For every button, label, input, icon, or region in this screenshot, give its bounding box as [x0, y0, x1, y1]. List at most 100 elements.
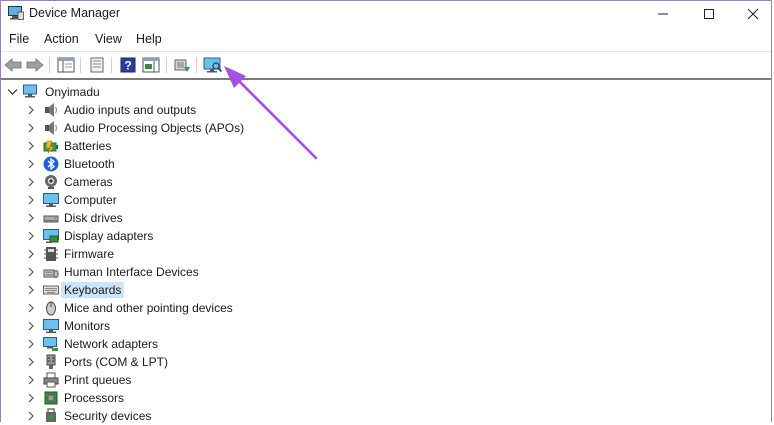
- forward-icon: [26, 58, 44, 72]
- menu-help[interactable]: Help: [136, 32, 162, 46]
- chevron-right-icon[interactable]: [26, 375, 36, 385]
- update-driver-button[interactable]: [172, 55, 192, 75]
- tree-item-label: Display adapters: [64, 229, 154, 243]
- tree-item-label: Audio inputs and outputs: [64, 103, 197, 117]
- tree-item-computer[interactable]: Computer: [1, 191, 401, 209]
- chevron-right-icon[interactable]: [26, 249, 36, 259]
- toolbar: ?: [1, 51, 771, 78]
- menu-file[interactable]: File: [9, 32, 29, 46]
- chevron-right-icon[interactable]: [26, 123, 36, 133]
- chevron-right-icon[interactable]: [26, 177, 36, 187]
- tree-item-label: Firmware: [64, 247, 114, 261]
- close-icon: [747, 8, 759, 20]
- chevron-right-icon[interactable]: [26, 411, 36, 421]
- chevron-right-icon[interactable]: [26, 339, 36, 349]
- chevron-down-icon[interactable]: [7, 87, 18, 97]
- scan-hardware-button[interactable]: [203, 55, 223, 75]
- display-adapter-icon: [43, 229, 59, 243]
- tree-item-ports-com-lpt[interactable]: Ports (COM & LPT): [1, 353, 401, 371]
- network-adapter-icon: [43, 337, 58, 351]
- close-button[interactable]: [731, 1, 774, 27]
- bluetooth-icon: [43, 156, 59, 172]
- tree-root-label: Onyimadu: [45, 85, 100, 99]
- maximize-icon: [704, 9, 714, 19]
- toolbar-separator: [166, 57, 167, 73]
- tree-item-security-devices[interactable]: Security devices: [1, 407, 401, 425]
- printer-icon: [43, 372, 59, 388]
- chevron-right-icon[interactable]: [26, 393, 36, 403]
- properties-button[interactable]: [87, 55, 107, 75]
- tree-item-display-adapters[interactable]: Display adapters: [1, 227, 401, 245]
- chevron-right-icon[interactable]: [26, 213, 36, 223]
- chevron-right-icon[interactable]: [26, 321, 36, 331]
- properties-icon: [90, 57, 104, 73]
- tree-item-label: Bluetooth: [64, 157, 115, 171]
- tree-item-label: Ports (COM & LPT): [64, 355, 169, 369]
- tree-item-batteries[interactable]: Batteries: [1, 137, 401, 155]
- menu-bar: File Action View Help: [1, 28, 771, 50]
- tree-item-label: Processors: [64, 391, 125, 405]
- tree-item-label: Security devices: [64, 409, 152, 423]
- menu-action[interactable]: Action: [44, 32, 79, 46]
- toolbar-separator: [49, 57, 50, 73]
- processor-icon: [44, 391, 58, 405]
- tree-item-processors[interactable]: Processors: [1, 389, 401, 407]
- tree-item-label: Audio Processing Objects (APOs): [64, 121, 245, 135]
- tree-item-firmware[interactable]: Firmware: [1, 245, 401, 263]
- chevron-right-icon[interactable]: [26, 195, 36, 205]
- firmware-icon: [44, 247, 58, 261]
- chevron-right-icon[interactable]: [26, 105, 36, 115]
- tree-item-audio-inputs-and-outputs[interactable]: Audio inputs and outputs: [1, 101, 401, 119]
- action-pane-button[interactable]: [141, 55, 161, 75]
- tree-item-cameras[interactable]: Cameras: [1, 173, 401, 191]
- tree-root[interactable]: Onyimadu: [1, 83, 301, 101]
- toolbar-separator: [80, 57, 81, 73]
- camera-icon: [45, 175, 57, 189]
- tree-item-label: Human Interface Devices: [64, 265, 199, 279]
- show-hide-console-tree-button[interactable]: [56, 55, 76, 75]
- keyboard-icon: [43, 285, 59, 295]
- minimize-button[interactable]: [641, 1, 685, 27]
- chevron-right-icon[interactable]: [26, 267, 36, 277]
- minimize-icon: [658, 13, 668, 15]
- tree-item-bluetooth[interactable]: Bluetooth: [1, 155, 401, 173]
- tree-item-label: Cameras: [64, 175, 113, 189]
- chevron-right-icon[interactable]: [26, 285, 36, 295]
- title-bar: Device Manager: [1, 1, 771, 27]
- tree-item-print-queues[interactable]: Print queues: [1, 371, 401, 389]
- chevron-right-icon[interactable]: [26, 357, 36, 367]
- disk-drive-icon: [43, 215, 59, 223]
- chevron-right-icon[interactable]: [26, 231, 36, 241]
- menu-view[interactable]: View: [95, 32, 122, 46]
- tree-item-label: Print queues: [64, 373, 132, 387]
- tree-item-network-adapters[interactable]: Network adapters: [1, 335, 401, 353]
- tree-item-label: Batteries: [64, 139, 112, 153]
- tree-item-monitors[interactable]: Monitors: [1, 317, 401, 335]
- tree-item-audio-processing-objects-apos[interactable]: Audio Processing Objects (APOs): [1, 119, 401, 137]
- maximize-button[interactable]: [687, 1, 731, 27]
- chevron-right-icon[interactable]: [26, 303, 36, 313]
- speaker-icon: [45, 121, 58, 135]
- help-icon: ?: [120, 57, 136, 73]
- chevron-right-icon[interactable]: [26, 159, 36, 169]
- window-title: Device Manager: [29, 6, 121, 20]
- speaker-icon: [45, 103, 58, 117]
- tree-item-keyboards[interactable]: Keyboards: [1, 281, 401, 299]
- tree-item-disk-drives[interactable]: Disk drives: [1, 209, 401, 227]
- toolbar-separator: [111, 57, 112, 73]
- tree-item-mice-and-other-pointing-devices[interactable]: Mice and other pointing devices: [1, 299, 401, 317]
- toolbar-separator: [196, 57, 197, 73]
- help-button[interactable]: ?: [118, 55, 138, 75]
- back-icon: [4, 58, 22, 72]
- chevron-right-icon[interactable]: [26, 141, 36, 151]
- back-button[interactable]: [3, 55, 23, 75]
- pane-divider: [1, 78, 771, 80]
- svg-text:?: ?: [124, 59, 131, 73]
- monitor-icon: [43, 193, 59, 207]
- device-manager-app-icon: [8, 6, 24, 20]
- tree-item-label: Computer: [64, 193, 117, 207]
- tree-item-human-interface-devices[interactable]: Human Interface Devices: [1, 263, 401, 281]
- tree-item-label: Monitors: [64, 319, 111, 333]
- tree-item-label: Disk drives: [64, 211, 123, 225]
- forward-button[interactable]: [25, 55, 45, 75]
